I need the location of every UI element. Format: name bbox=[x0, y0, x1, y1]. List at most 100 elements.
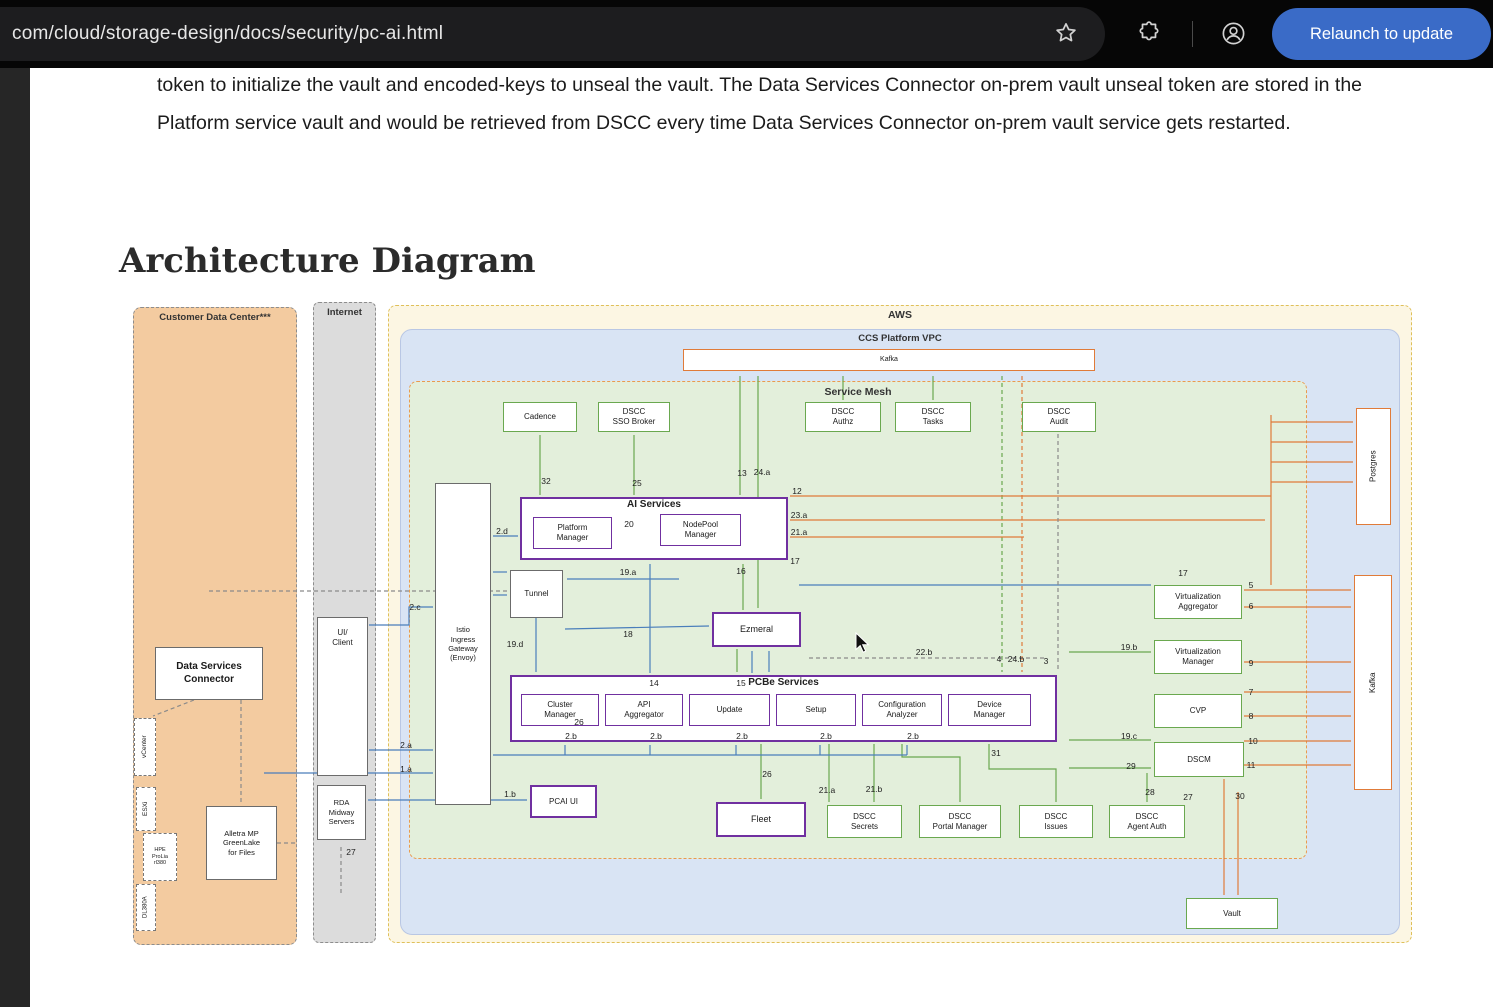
node-cadence: Cadence bbox=[503, 402, 577, 432]
body-paragraph: token to initialize the vault and encode… bbox=[157, 66, 1429, 142]
edge-label: 2.b bbox=[650, 731, 662, 741]
edge-label: 27 bbox=[346, 847, 355, 857]
edge-label: 2.d bbox=[496, 526, 508, 536]
node-esxi: ESXi bbox=[136, 787, 156, 831]
group-ai-services-label: AI Services bbox=[520, 499, 788, 510]
region-label-vpc: CCS Platform VPC bbox=[400, 333, 1400, 344]
node-hpe-proliant: HPE ProLia rl380 bbox=[143, 833, 177, 881]
node-fleet: Fleet bbox=[716, 802, 806, 837]
node-dscm: DSCM bbox=[1154, 742, 1244, 777]
edge-label: 2.b bbox=[820, 731, 832, 741]
node-postgres: Postgres bbox=[1356, 408, 1391, 525]
edge-label: 14 bbox=[649, 678, 658, 688]
edge-label: 9 bbox=[1249, 658, 1254, 668]
edge-label: 22.b bbox=[916, 647, 933, 657]
edge-label: 24.b bbox=[1008, 654, 1025, 664]
node-kafka-bus: Kafka bbox=[683, 349, 1095, 371]
edge-label: 12 bbox=[792, 486, 801, 496]
edge-label: 4 bbox=[997, 654, 1002, 664]
edge-label: 17 bbox=[790, 556, 799, 566]
node-ezmeral: Ezmeral bbox=[712, 612, 801, 647]
region-label-service-mesh: Service Mesh bbox=[409, 386, 1307, 398]
edge-label: 20 bbox=[624, 519, 633, 529]
node-dscc-sso-broker: DSCC SSO Broker bbox=[598, 402, 670, 432]
node-vault: Vault bbox=[1186, 898, 1278, 929]
edge-label: 28 bbox=[1145, 787, 1154, 797]
node-device-manager: Device Manager bbox=[948, 694, 1031, 726]
architecture-diagram: Customer Data Center*** Internet AWS CCS… bbox=[119, 295, 1413, 955]
edge-label: 13 bbox=[737, 468, 746, 478]
node-alletra-mp: Alletra MP GreenLake for Files bbox=[206, 806, 277, 880]
node-dscc-issues: DSCC Issues bbox=[1019, 805, 1093, 838]
edge-label: 2.a bbox=[400, 740, 412, 750]
edge-label: 19.a bbox=[620, 567, 637, 577]
edge-label: 23.a bbox=[791, 510, 808, 520]
edge-label: 18 bbox=[623, 629, 632, 639]
edge-label: 11 bbox=[1247, 760, 1256, 770]
node-dscc-authz: DSCC Authz bbox=[805, 402, 881, 432]
region-label-customer-dc: Customer Data Center*** bbox=[133, 312, 297, 323]
extensions-icon[interactable] bbox=[1136, 20, 1162, 46]
edge-label: 7 bbox=[1249, 687, 1254, 697]
edge-label: 16 bbox=[736, 566, 745, 576]
browser-toolbar: com/cloud/storage-design/docs/security/p… bbox=[0, 0, 1493, 68]
edge-label: 3 bbox=[1044, 656, 1049, 666]
node-kafka-right: Kafka bbox=[1354, 575, 1392, 790]
edge-label: 24.a bbox=[754, 467, 771, 477]
edge-label: 15 bbox=[736, 678, 745, 688]
region-label-internet: Internet bbox=[313, 307, 376, 318]
node-setup: Setup bbox=[776, 694, 856, 726]
node-update: Update bbox=[689, 694, 770, 726]
edge-label: 21.b bbox=[866, 784, 883, 794]
mouse-cursor bbox=[855, 632, 871, 654]
node-dscc-tasks: DSCC Tasks bbox=[895, 402, 971, 432]
region-label-aws: AWS bbox=[388, 309, 1412, 321]
group-pcbe-services-label: PCBe Services bbox=[510, 677, 1057, 688]
edge-label: 25 bbox=[632, 478, 641, 488]
url-bar[interactable]: com/cloud/storage-design/docs/security/p… bbox=[0, 7, 1105, 61]
edge-label: 19.d bbox=[507, 639, 524, 649]
edge-label: 2.b bbox=[565, 731, 577, 741]
edge-label: 8 bbox=[1249, 711, 1254, 721]
node-pcai-ui: PCAI UI bbox=[530, 785, 597, 818]
node-cluster-manager: Cluster Manager bbox=[521, 694, 599, 726]
node-data-services-connector: Data Services Connector bbox=[155, 647, 263, 700]
node-platform-manager: Platform Manager bbox=[533, 517, 612, 549]
node-virtualization-manager: Virtualization Manager bbox=[1154, 640, 1242, 674]
edge-label: 30 bbox=[1235, 791, 1244, 801]
edge-label: 19.b bbox=[1121, 642, 1138, 652]
bookmark-star-icon[interactable] bbox=[1053, 20, 1079, 46]
edge-label: 29 bbox=[1126, 761, 1135, 771]
edge-label: 5 bbox=[1249, 580, 1254, 590]
window-left-edge bbox=[0, 68, 30, 1007]
node-dscc-portal-manager: DSCC Portal Manager bbox=[919, 805, 1001, 838]
edge-label: 2.b bbox=[907, 731, 919, 741]
edge-label: 21.a bbox=[791, 527, 808, 537]
node-ui-client: UI/ Client bbox=[317, 617, 368, 776]
node-virtualization-aggregator: Virtualization Aggregator bbox=[1154, 585, 1242, 619]
url-text: com/cloud/storage-design/docs/security/p… bbox=[12, 23, 443, 45]
node-dscc-agent-auth: DSCC Agent Auth bbox=[1109, 805, 1185, 838]
toolbar-divider bbox=[1192, 21, 1193, 47]
page-title: Architecture Diagram bbox=[119, 241, 536, 281]
node-cvp: CVP bbox=[1154, 694, 1242, 728]
node-vcenter: vCenter bbox=[134, 718, 156, 776]
node-dl380a: DL380A bbox=[136, 884, 156, 931]
edge-label: 17 bbox=[1178, 568, 1187, 578]
node-api-aggregator: API Aggregator bbox=[605, 694, 683, 726]
edge-label: 21.a bbox=[819, 785, 836, 795]
edge-label: 2.b bbox=[736, 731, 748, 741]
node-dscc-audit: DSCC Audit bbox=[1022, 402, 1096, 432]
edge-label: 10 bbox=[1248, 736, 1257, 746]
edge-label: 32 bbox=[541, 476, 550, 486]
edge-label: 27 bbox=[1183, 792, 1192, 802]
edge-label: 1.a bbox=[400, 764, 412, 774]
relaunch-button[interactable]: Relaunch to update bbox=[1272, 8, 1491, 60]
profile-icon[interactable] bbox=[1220, 20, 1247, 47]
edge-label: 2.c bbox=[409, 602, 420, 612]
edge-label: 1.b bbox=[504, 789, 516, 799]
node-tunnel: Tunnel bbox=[510, 570, 563, 618]
node-rda-midway-servers: RDA Midway Servers bbox=[317, 785, 366, 840]
edge-label: 26 bbox=[574, 717, 583, 727]
node-dscc-secrets: DSCC Secrets bbox=[827, 805, 902, 838]
